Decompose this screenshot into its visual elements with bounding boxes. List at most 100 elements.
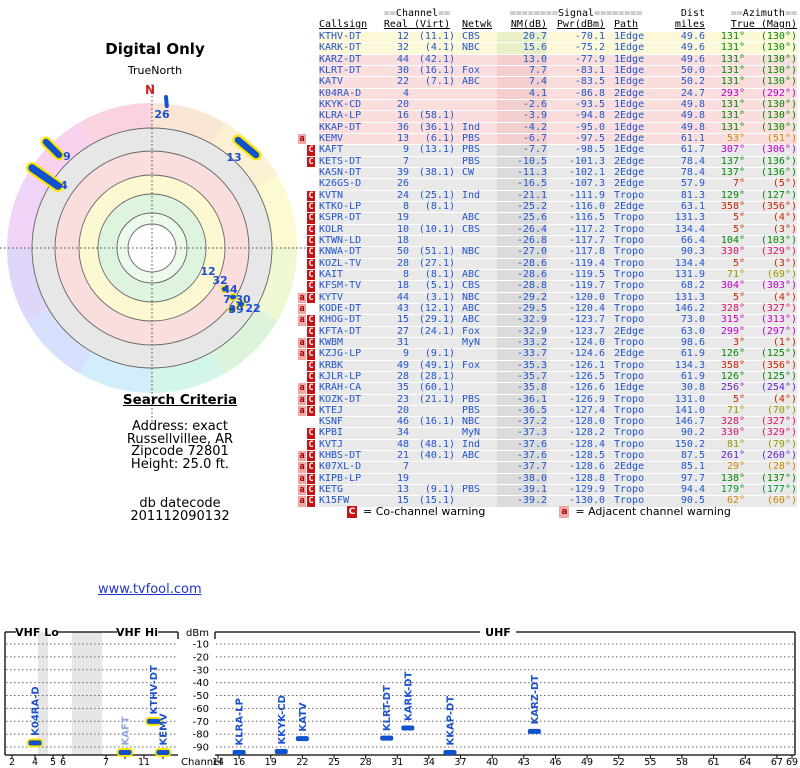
axis-label: 6 — [60, 757, 66, 768]
axis-label: -60 — [193, 704, 209, 715]
table-row: CKFTA-DT27(24.1)Fox-32.9-123.72Edge63.02… — [298, 327, 798, 337]
axis-label: -50 — [193, 691, 209, 702]
axis-label: 55 — [644, 757, 656, 768]
db-datecode-value: 201112090132 — [60, 511, 300, 524]
table-row: CKPBI34MyN-37.3-128.2Tropo90.2330°(329°) — [298, 428, 798, 438]
axis-label: -70 — [193, 717, 209, 728]
station-channel-label: 39 — [228, 303, 243, 316]
axis-label: -20 — [193, 652, 209, 663]
north-label: N — [145, 83, 155, 97]
table-row: CKOLR10(10.1)CBS-26.4-117.2Tropo134.45°(… — [298, 225, 798, 235]
table-row: aCKETG13(9.1)PBS-39.1-129.9Tropo94.4179°… — [298, 485, 798, 495]
table-row: aCKWBM31MyN-33.2-124.0Tropo98.63°(1°) — [298, 338, 798, 348]
station-bar-label: KLRT-DT — [382, 685, 393, 731]
axis-label: VHF Hi — [116, 626, 158, 639]
axis-label: 7 — [103, 757, 109, 768]
station-bar — [233, 750, 246, 755]
axis-label: 25 — [328, 757, 340, 768]
axis-label: VHF Lo — [15, 626, 59, 639]
adjacent-channel-warning-icon: a — [559, 506, 569, 518]
table-row: KASN-DT39(38.1)CW-11.3-102.12Edge78.4137… — [298, 168, 798, 178]
table-row: KKYK-CD20-2.6-93.51Edge49.8131°(130°) — [298, 100, 798, 110]
table-header-groups: ==Channel== ========Signal======== Dist … — [298, 9, 798, 19]
axis-label: 40 — [486, 757, 498, 768]
table-column-headers: Callsign Real (Virt) Netwk NM(dB) Pwr(dB… — [298, 20, 798, 31]
table-row: K04RA-D44.1-86.82Edge24.7293°(292°) — [298, 89, 798, 99]
co-channel-warning-label: = Co-channel warning — [363, 505, 485, 518]
axis-label: 46 — [549, 757, 561, 768]
spectrum-chart: -10-20-30-40-50-60-70-80-90VHF LoVHF HiU… — [0, 618, 800, 768]
axis-label: 61 — [708, 757, 720, 768]
axis-label: -40 — [193, 678, 209, 689]
search-criteria: Search Criteria Address: exact Russellvi… — [60, 392, 300, 524]
axis-label: -90 — [193, 743, 209, 754]
table-row: CKRBK49(49.1)Fox-35.3-126.1Tropo134.3358… — [298, 361, 798, 371]
search-height: Height: 25.0 ft. — [60, 459, 300, 472]
station-bar — [119, 750, 132, 755]
station-channel-label: 22 — [245, 302, 260, 315]
axis-label: 67 — [771, 757, 783, 768]
table-row: CKNWA-DT50(51.1)NBC-27.0-117.8Tropo90.33… — [298, 247, 798, 257]
axis-label: 64 — [739, 757, 751, 768]
axis-label: 49 — [581, 757, 593, 768]
station-bar-label: KATV — [298, 702, 309, 732]
station-bar — [380, 736, 393, 741]
table-row: KLRA-LP16(58.1)-3.9-94.82Edge49.8131°(13… — [298, 111, 798, 121]
station-bar — [157, 750, 170, 755]
station-channel-label: 13 — [226, 151, 241, 164]
dist-group-header: Dist — [655, 9, 705, 19]
signal-group-header: ========Signal======== — [497, 9, 655, 19]
table-row: KARZ-DT44(42.1)13.0-77.91Edge49.6131°(13… — [298, 55, 798, 65]
table-row: KKAP-DT36(36.1)Ind-4.2-95.01Edge49.8131°… — [298, 123, 798, 133]
table-row: CKTWN-LD18-26.8-117.7Tropo66.4104°(103°) — [298, 236, 798, 246]
axis-label: 52 — [613, 757, 625, 768]
table-row: CKOZL-TV28(27.1)-28.6-119.4Tropo134.45°(… — [298, 259, 798, 269]
station-bar-label: KLRA-LP — [235, 698, 246, 745]
axis-label: 11 — [138, 757, 150, 768]
axis-label: -30 — [193, 665, 209, 676]
axis-label: 22 — [296, 757, 308, 768]
table-row: aCKHBS-DT21(40.1)ABC-37.6-128.5Tropo87.5… — [298, 451, 798, 461]
col-real-virt: Real (Virt) — [384, 19, 450, 30]
station-bar — [401, 725, 414, 730]
tvfool-report: Digital Only TrueNorth N9413261232447303… — [0, 0, 800, 768]
channel-group-header: ==Channel== — [379, 9, 455, 19]
axis-label: 2 — [9, 757, 15, 768]
axis-label: 16 — [233, 757, 245, 768]
axis-label: 14 — [212, 757, 224, 768]
axis-label: 4 — [32, 757, 38, 768]
station-bar — [296, 736, 309, 741]
station-bar-label: K04RA-D — [31, 686, 42, 736]
table-row: aKEMV13(6.1)PBS-6.7-97.52Edge61.153°(51°… — [298, 134, 798, 144]
table-row: CKAFT9(13.1)PBS-7.7-98.51Edge61.7307°(30… — [298, 145, 798, 155]
axis-label: 28 — [360, 757, 372, 768]
table-row: CKVTN24(25.1)Ind-21.1-111.9Tropo81.3129°… — [298, 191, 798, 201]
col-path: Path — [614, 19, 638, 30]
axis-label: 5 — [50, 757, 56, 768]
table-row: K26GS-D26-16.5-107.32Edge57.97°(5°) — [298, 179, 798, 189]
axis-label: 34 — [423, 757, 435, 768]
axis-label: -10 — [193, 640, 209, 651]
table-row: aCK07XL-D7-37.7-128.62Edge85.129°(28°) — [298, 462, 798, 472]
axis-label: 43 — [518, 757, 530, 768]
table-row: CKETS-DT7PBS-10.5-101.32Edge78.4137°(136… — [298, 157, 798, 167]
station-bar — [443, 750, 456, 755]
warning-legend: C = Co-channel warning a = Adjacent chan… — [347, 505, 731, 518]
table-rows: KTHV-DT12(11.1)CBS20.7-70.11Edge49.6131°… — [298, 32, 798, 507]
station-bar-label: KEMV — [159, 713, 170, 746]
axis-label: dBm — [186, 628, 209, 639]
station-marker-bar — [166, 97, 167, 106]
axis-label: 37 — [454, 757, 466, 768]
axis-label: 19 — [265, 757, 277, 768]
table-row: aCKOZK-DT23(21.1)PBS-36.1-126.9Tropo131.… — [298, 395, 798, 405]
table-row: aCKTEJ20PBS-36.5-127.4Tropo141.071°(70°) — [298, 406, 798, 416]
col-callsign: Callsign — [319, 19, 367, 30]
station-channel-label: 26 — [154, 108, 170, 121]
table-row: CKTKO-LP8(8.1)-25.2-116.02Edge63.1358°(3… — [298, 202, 798, 212]
station-bar-label: KARZ-DT — [530, 675, 541, 725]
tvfool-link[interactable]: www.tvfool.com — [98, 582, 202, 597]
station-bar — [275, 749, 288, 754]
table-row: KLRT-DT30(16.1)Fox7.7-83.11Edge50.0131°(… — [298, 66, 798, 76]
table-row: aCKZJG-LP9(9.1)-33.7-124.62Edge61.9126°(… — [298, 349, 798, 359]
station-bar-label: KKYK-CD — [277, 695, 288, 744]
